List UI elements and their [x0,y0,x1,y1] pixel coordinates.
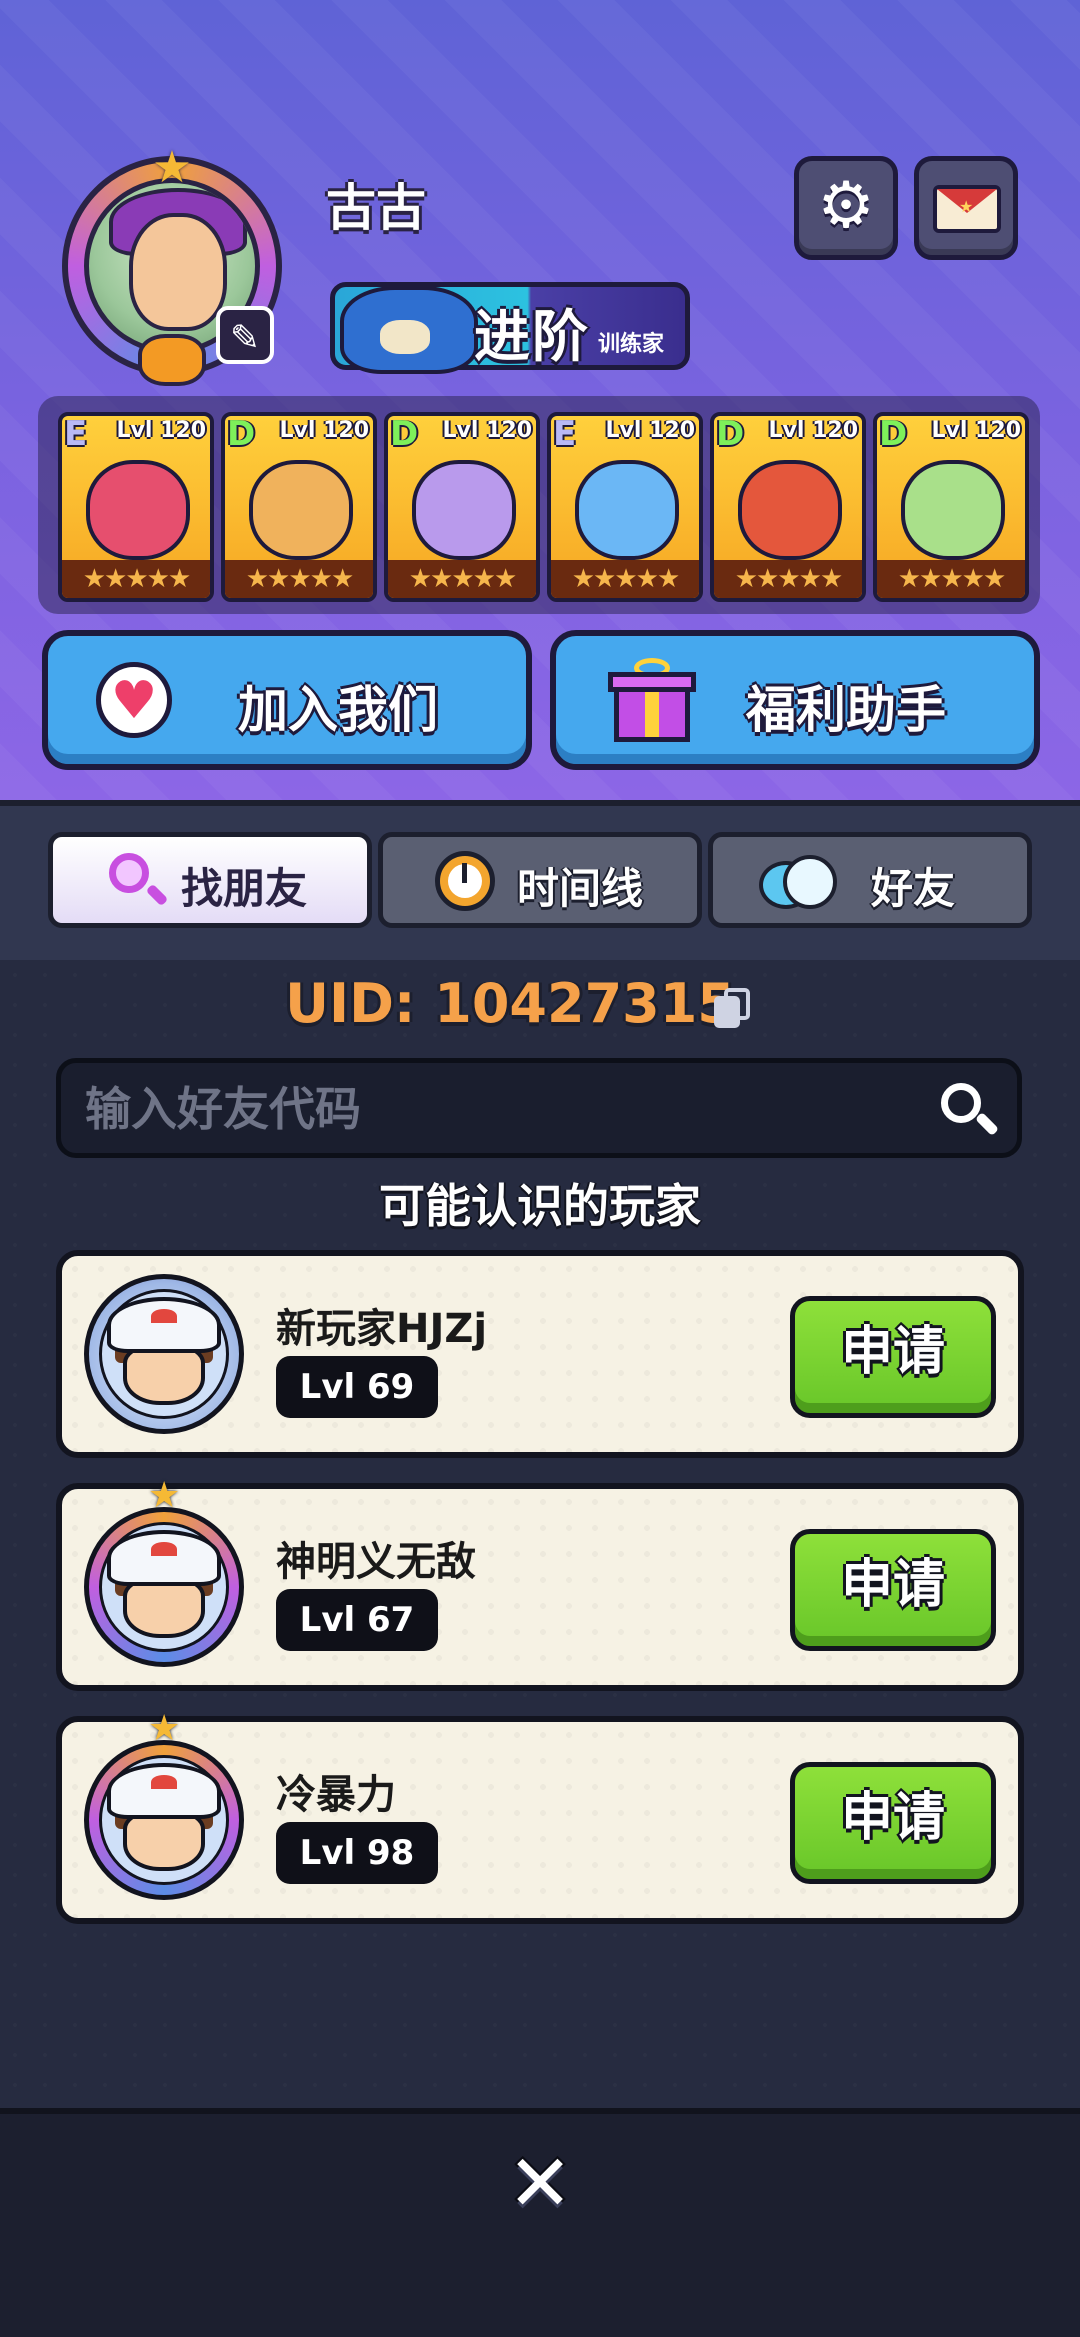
apply-button[interactable]: 申请 [790,1762,996,1884]
pet-stars: ★★★★★ [62,560,210,598]
player-card-name: 新玩家HJZj [276,1306,488,1352]
rank-label: 进阶 [474,305,590,370]
pet-sprite [249,460,353,560]
settings-button[interactable]: ⚙ [794,156,898,260]
player-card: 新玩家HJZj Lvl 69 申请 [56,1250,1024,1458]
pet-stars: ★★★★★ [714,560,862,598]
gear-icon: ⚙ [817,169,875,243]
tab-friends[interactable]: 好友 [708,832,1032,928]
pet-level: Lvl 120 [116,418,206,443]
pet-sprite [901,460,1005,560]
pet-card[interactable]: D Lvl 120 ★★★★★ [384,412,540,602]
close-icon[interactable]: ✕ [500,2144,580,2224]
player-avatar[interactable] [84,1274,244,1434]
uid-label: UID: 10427315 [285,972,735,1035]
suggested-players-title: 可能认识的玩家 [379,1179,701,1233]
pet-stars: ★★★★★ [877,560,1025,598]
pet-card[interactable]: D Lvl 120 ★★★★★ [221,412,377,602]
pet-card[interactable]: E Lvl 120 ★★★★★ [58,412,214,602]
clock-icon [435,851,495,911]
pet-grade: D [716,414,745,454]
tab-find-friends-label: 找朋友 [181,864,308,913]
gift-icon [608,658,696,742]
player-card: ★ 冷暴力 Lvl 98 申请 [56,1708,1024,1924]
avatar-face [129,213,227,331]
magnifier-icon [105,851,165,911]
pet-level: Lvl 120 [931,418,1021,443]
apply-button[interactable]: 申请 [790,1296,996,1418]
friend-code-input[interactable] [83,1075,947,1143]
star-icon: ★ [152,142,192,193]
player-card-level: Lvl 98 [276,1822,438,1884]
pet-card[interactable]: D Lvl 120 ★★★★★ [710,412,866,602]
player-name: 古古 [326,179,426,237]
rank-pet-icon [340,286,478,374]
pet-card[interactable]: D Lvl 120 ★★★★★ [873,412,1029,602]
rank-sublabel: 训练家 [598,332,665,357]
pet-level: Lvl 120 [442,418,532,443]
edit-avatar-icon[interactable]: ✎ [216,306,274,364]
pet-sprite [738,460,842,560]
pet-grade: D [879,414,908,454]
pet-sprite [86,460,190,560]
pet-level: Lvl 120 [605,418,695,443]
tab-friends-label: 好友 [871,864,956,913]
player-avatar[interactable] [84,1507,244,1667]
player-card-name: 神明义无敌 [276,1539,476,1585]
pet-grade: D [227,414,256,454]
pet-level: Lvl 120 [768,418,858,443]
player-card: ★ 神明义无敌 Lvl 67 申请 [56,1475,1024,1691]
player-card-level: Lvl 67 [276,1589,438,1651]
welfare-assistant-label: 福利助手 [746,681,946,739]
star-icon: ★ [148,1708,181,1749]
join-us-button[interactable]: ♥ 加入我们 [42,630,532,770]
pet-stars: ★★★★★ [551,560,699,598]
welfare-assistant-button[interactable]: 福利助手 [550,630,1040,770]
star-icon: ★ [148,1475,181,1516]
heart-icon: ♥ [96,662,172,738]
pet-sprite [575,460,679,560]
pet-grade: D [390,414,419,454]
tab-timeline[interactable]: 时间线 [378,832,702,928]
friend-code-search [56,1058,1022,1158]
search-icon[interactable] [937,1079,1000,1141]
pet-level: Lvl 120 [279,418,369,443]
pet-sprite [412,460,516,560]
pet-stars: ★★★★★ [388,560,536,598]
pet-card[interactable]: E Lvl 120 ★★★★★ [547,412,703,602]
mail-icon [933,185,1001,233]
player-card-name: 冷暴力 [276,1772,396,1818]
mail-button[interactable] [914,156,1018,260]
player-card-level: Lvl 69 [276,1356,438,1418]
pet-grade: E [64,414,88,454]
chat-bubble-icon [759,851,837,911]
copy-icon[interactable] [714,988,752,1030]
join-us-label: 加入我们 [238,681,438,739]
player-avatar[interactable] [84,1740,244,1900]
tab-find-friends[interactable]: 找朋友 [48,832,372,928]
apply-button[interactable]: 申请 [790,1529,996,1651]
medal-icon [138,334,206,386]
pet-grade: E [553,414,577,454]
pet-stars: ★★★★★ [225,560,373,598]
tab-timeline-label: 时间线 [517,864,644,913]
